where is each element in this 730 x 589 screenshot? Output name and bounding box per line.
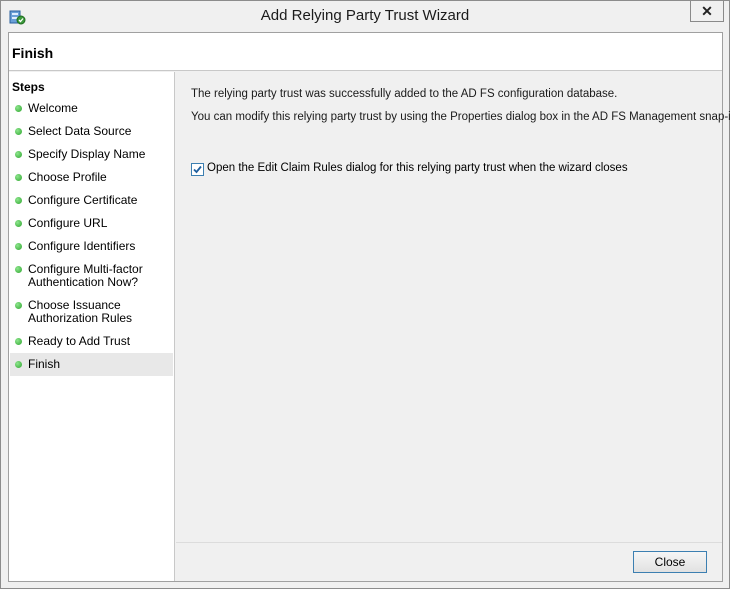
- step-label: Select Data Source: [28, 124, 132, 138]
- wizard-client-area: Finish Steps Welcome Select Data Source Sp…: [8, 32, 730, 582]
- step-label: Configure Multi-factor Authentication No…: [28, 262, 143, 289]
- page-title: Finish: [12, 45, 54, 61]
- page-header: Finish: [9, 33, 722, 71]
- step-label: Configure Identifiers: [28, 239, 136, 253]
- step-complete-icon: [15, 266, 22, 273]
- step-complete-icon: [15, 128, 22, 135]
- step-complete-icon: [15, 174, 22, 181]
- step-label: Configure Certificate: [28, 193, 138, 207]
- wizard-window: Add Relying Party Trust Wizard ✕ Finish …: [0, 0, 730, 589]
- step-item: Choose Issuance Authorization Rules: [10, 294, 173, 330]
- step-item: Ready to Add Trust: [10, 330, 173, 353]
- step-item: Specify Display Name: [10, 143, 173, 166]
- content-panel: The relying party trust was successfully…: [176, 72, 730, 542]
- step-item: Configure URL: [10, 212, 173, 235]
- step-item: Welcome: [10, 97, 173, 120]
- window-title: Add Relying Party Trust Wizard: [260, 7, 470, 24]
- title-bar: Add Relying Party Trust Wizard ✕: [1, 1, 729, 32]
- step-item: Configure Identifiers: [10, 235, 173, 258]
- step-label: Specify Display Name: [28, 147, 146, 161]
- step-complete-icon: [15, 151, 22, 158]
- step-label: Choose Profile: [28, 170, 107, 184]
- button-bar: Close: [176, 542, 722, 581]
- step-label: Choose Issuance Authorization Rules: [28, 298, 133, 325]
- step-complete-icon: [15, 243, 22, 250]
- step-complete-icon: [15, 361, 22, 368]
- step-label: Ready to Add Trust: [28, 334, 131, 348]
- step-complete-icon: [15, 220, 22, 227]
- close-icon: ✕: [701, 3, 713, 19]
- step-complete-icon: [15, 302, 22, 309]
- step-item: Select Data Source: [10, 120, 173, 143]
- step-item: Configure Multi-factor Authentication No…: [10, 258, 173, 294]
- step-label: Welcome: [28, 101, 78, 115]
- step-label: Finish: [28, 357, 61, 371]
- edit-claim-rules-checkbox[interactable]: [191, 163, 204, 176]
- step-item: Choose Profile: [10, 166, 173, 189]
- step-complete-icon: [15, 197, 22, 204]
- modify-hint-message: You can modify this relying party trust …: [191, 111, 730, 123]
- step-complete-icon: [15, 105, 22, 112]
- window-close-button[interactable]: ✕: [690, 1, 724, 22]
- success-message: The relying party trust was successfully…: [191, 88, 618, 100]
- step-item: Configure Certificate: [10, 189, 173, 212]
- close-button[interactable]: Close: [633, 551, 707, 573]
- step-complete-icon: [15, 338, 22, 345]
- steps-panel: Steps Welcome Select Data Source Specify D…: [9, 72, 175, 581]
- edit-claim-rules-label[interactable]: Open the Edit Claim Rules dialog for thi…: [207, 162, 628, 174]
- step-label: Configure URL: [28, 216, 108, 230]
- checkmark-icon: [193, 165, 202, 174]
- steps-title: Steps: [12, 80, 45, 94]
- step-item: Finish: [10, 353, 173, 376]
